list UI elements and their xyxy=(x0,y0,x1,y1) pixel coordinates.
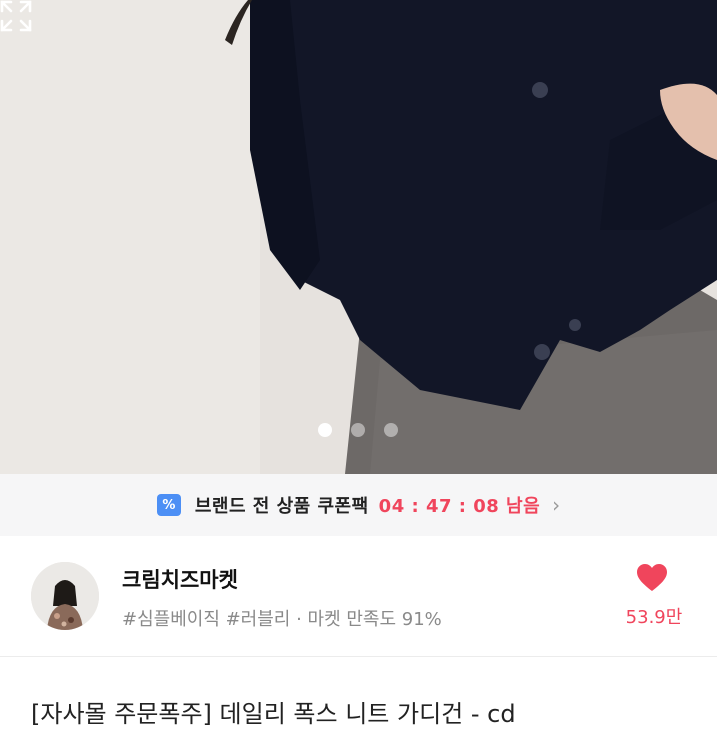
shop-name[interactable]: 크림치즈마켓 xyxy=(122,564,238,594)
avatar-image xyxy=(31,562,99,630)
carousel-dot-active[interactable] xyxy=(318,423,332,437)
shop-tags: #심플베이직 #러블리 · 마켓 만족도 91% xyxy=(122,609,442,630)
coupon-percent-icon: % xyxy=(156,494,181,516)
carousel-indicator xyxy=(318,423,398,437)
shop-avatar[interactable] xyxy=(31,562,99,630)
coupon-banner[interactable]: % 브랜드 전 상품 쿠폰팩 04 : 47 : 08 남음 › xyxy=(0,474,717,536)
carousel-dot[interactable] xyxy=(351,423,365,437)
product-photo xyxy=(0,0,717,474)
product-image[interactable] xyxy=(0,0,717,474)
coupon-timer: 04 : 47 : 08 남음 xyxy=(378,496,541,517)
carousel-dot[interactable] xyxy=(384,423,398,437)
expand-icon[interactable] xyxy=(0,0,32,32)
heart-icon[interactable] xyxy=(637,564,667,592)
product-title: [자사몰 주문폭주] 데일리 폭스 니트 가디건 - cd xyxy=(31,700,516,728)
chevron-right-icon: › xyxy=(552,493,561,517)
coupon-label: 브랜드 전 상품 쿠폰팩 xyxy=(194,496,369,517)
like-count: 53.9만 xyxy=(625,607,683,628)
shop-info[interactable]: 크림치즈마켓 #심플베이직 #러블리 · 마켓 만족도 91% 53.9만 xyxy=(0,536,717,656)
divider xyxy=(0,656,717,657)
